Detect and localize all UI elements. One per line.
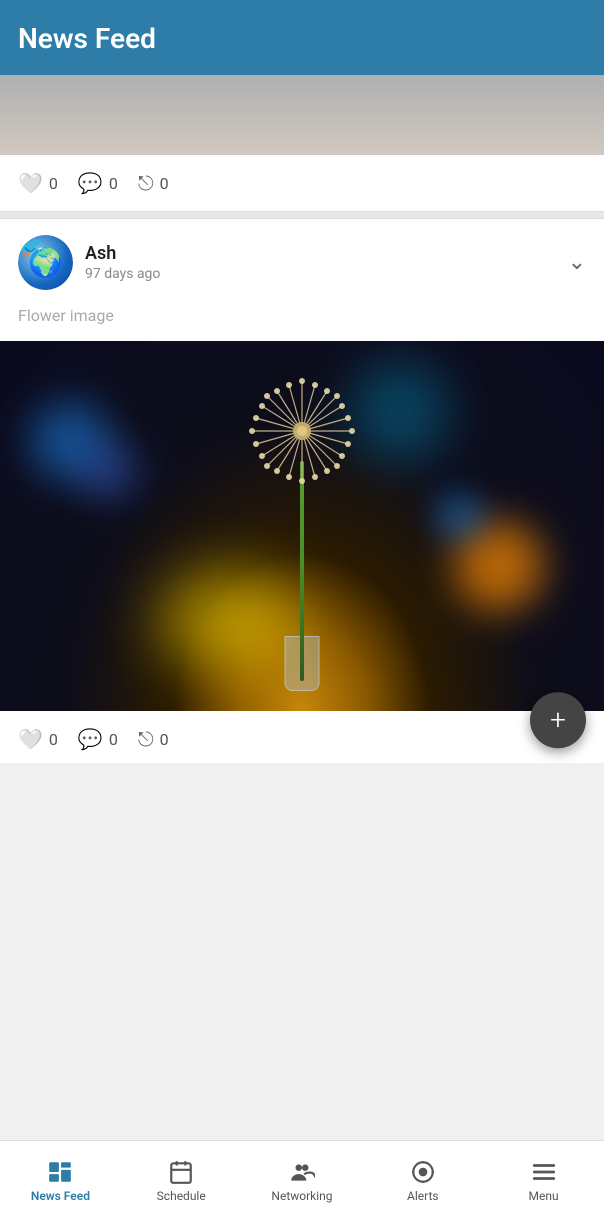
avatar: 🌍 🐦 xyxy=(18,235,73,290)
dandelion-scene xyxy=(0,341,604,711)
second-post-comment-btn[interactable]: 💬 0 xyxy=(78,727,118,751)
second-post-actions: 🤍 0 💬 0 ⎋ 0 xyxy=(18,727,586,751)
bokeh-blue3 xyxy=(350,361,450,461)
page-title: News Feed xyxy=(18,22,156,55)
nav-label-news-feed: News Feed xyxy=(31,1189,90,1203)
second-post-header: 🌍 🐦 Ash 97 days ago ⌄ xyxy=(0,219,604,298)
bokeh-blue2 xyxy=(80,441,140,501)
second-post-bottom: + 🤍 0 💬 0 ⎋ 0 xyxy=(0,711,604,763)
first-post-share-btn[interactable]: ⎋ 0 xyxy=(138,171,169,195)
second-post-share-btn[interactable]: ⎋ 0 xyxy=(138,727,169,751)
heart-icon-2: 🤍 xyxy=(18,727,43,751)
header: News Feed xyxy=(0,0,604,75)
stem xyxy=(300,461,304,681)
first-post-like-count: 0 xyxy=(49,174,58,193)
heart-icon: 🤍 xyxy=(18,171,43,195)
bokeh-blue4 xyxy=(434,491,484,541)
comment-icon-2: 💬 xyxy=(78,727,103,751)
nav-item-news-feed[interactable]: News Feed xyxy=(0,1141,121,1220)
nav-item-menu[interactable]: Menu xyxy=(483,1141,604,1220)
bottom-nav-spacer xyxy=(0,763,604,843)
nav-label-alerts: Alerts xyxy=(407,1189,439,1203)
bokeh-yellow xyxy=(160,571,300,671)
networking-icon xyxy=(289,1159,315,1185)
first-post-image-partial xyxy=(0,75,604,155)
avatar-globe: 🌍 🐦 xyxy=(18,235,73,290)
author-name: Ash xyxy=(85,243,160,264)
plus-icon: + xyxy=(550,706,566,734)
comment-icon: 💬 xyxy=(78,171,103,195)
nav-label-networking: Networking xyxy=(271,1189,332,1203)
share-icon-2: ⎋ xyxy=(138,727,154,751)
author-info: 🌍 🐦 Ash 97 days ago xyxy=(18,235,160,290)
news-feed-icon xyxy=(47,1159,73,1185)
menu-icon xyxy=(531,1159,557,1185)
schedule-icon xyxy=(168,1159,194,1185)
nav-item-networking[interactable]: Networking xyxy=(242,1141,363,1220)
second-post-share-count: 0 xyxy=(160,730,169,749)
nav-label-menu: Menu xyxy=(529,1189,559,1203)
second-post-like-count: 0 xyxy=(49,730,58,749)
first-post-actions: 🤍 0 💬 0 ⎋ 0 xyxy=(0,155,604,211)
first-post-comment-btn[interactable]: 💬 0 xyxy=(78,171,118,195)
nav-item-alerts[interactable]: Alerts xyxy=(362,1141,483,1220)
chevron-down-icon[interactable]: ⌄ xyxy=(568,250,586,275)
second-post-comment-count: 0 xyxy=(109,730,118,749)
first-post-like-btn[interactable]: 🤍 0 xyxy=(18,171,58,195)
first-post-partial: 🤍 0 💬 0 ⎋ 0 xyxy=(0,75,604,211)
avatar-bird-icon: 🐦 xyxy=(18,235,44,261)
second-post-like-btn[interactable]: 🤍 0 xyxy=(18,727,58,751)
author-details: Ash 97 days ago xyxy=(85,243,160,282)
alerts-icon xyxy=(410,1159,436,1185)
post-time: 97 days ago xyxy=(85,266,160,282)
nav-item-schedule[interactable]: Schedule xyxy=(121,1141,242,1220)
nav-label-schedule: Schedule xyxy=(157,1189,206,1203)
bottom-navigation: News Feed Schedule Networking xyxy=(0,1140,604,1220)
dandelion-head-svg xyxy=(242,371,362,491)
second-post: 🌍 🐦 Ash 97 days ago ⌄ Flower image xyxy=(0,219,604,763)
share-icon: ⎋ xyxy=(138,171,154,195)
first-post-share-count: 0 xyxy=(160,174,169,193)
post-caption: Flower image xyxy=(0,298,604,341)
first-post-comment-count: 0 xyxy=(109,174,118,193)
post-divider xyxy=(0,211,604,219)
post-image xyxy=(0,341,604,711)
fab-add-button[interactable]: + xyxy=(530,692,586,748)
